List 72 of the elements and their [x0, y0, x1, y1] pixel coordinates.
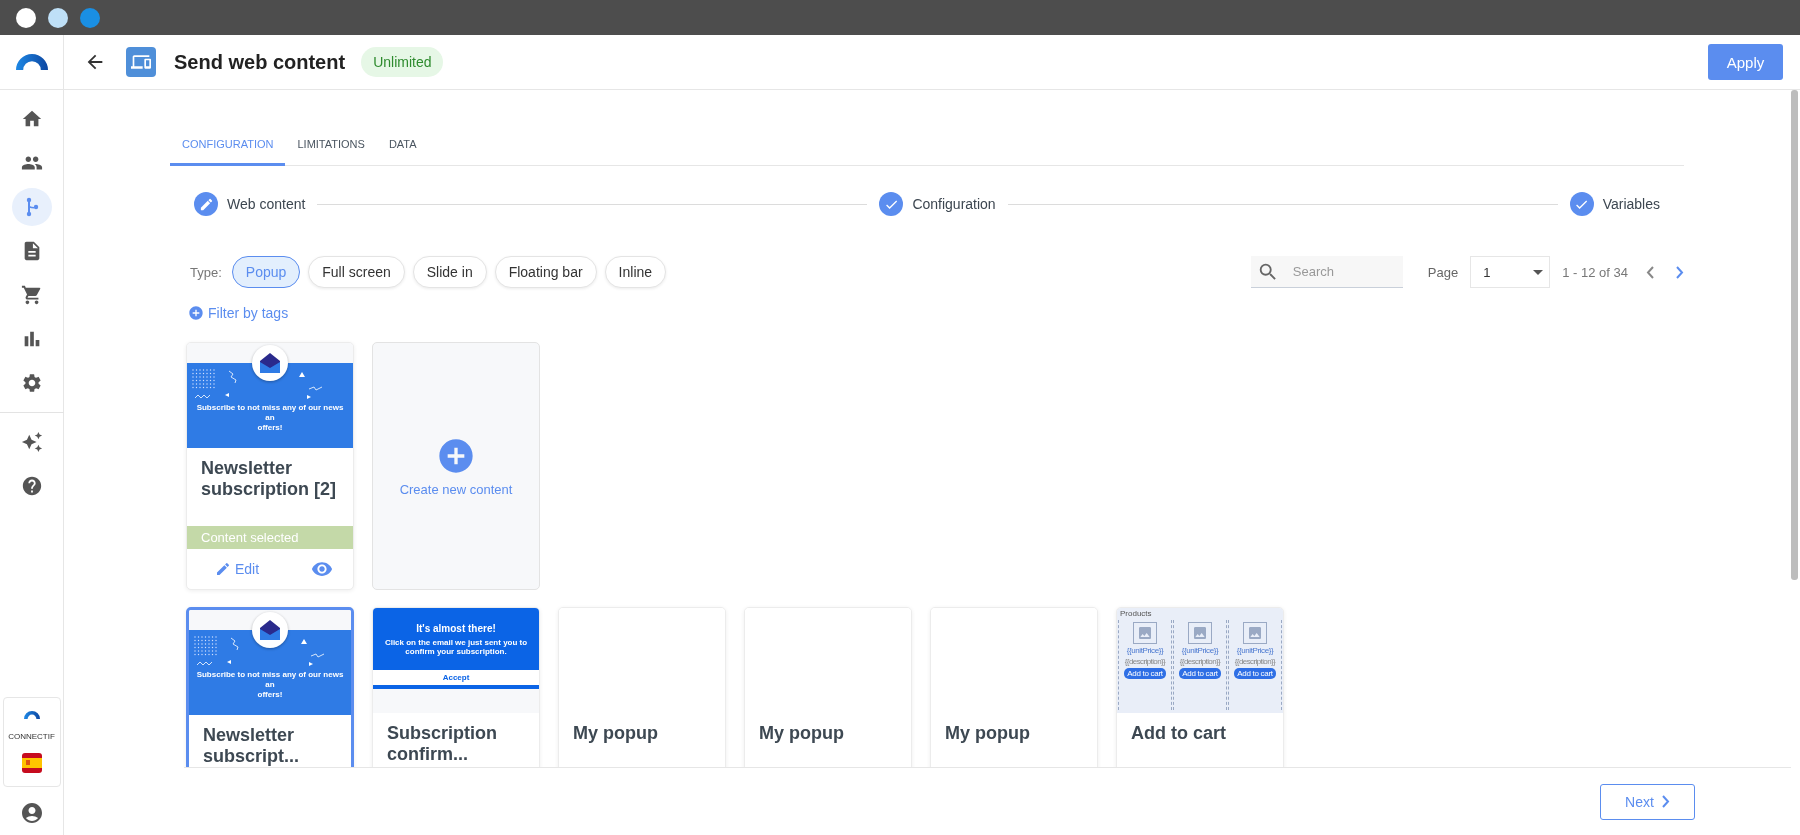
- preview-button: Accept: [373, 670, 539, 689]
- content-card[interactable]: My popup: [744, 607, 912, 767]
- page-select[interactable]: 1: [1470, 256, 1551, 288]
- type-chip[interactable]: Inline: [604, 256, 667, 288]
- pencil-icon: [215, 561, 231, 577]
- card-title: Subscription confirm...: [386, 722, 498, 765]
- card-title: My popup: [758, 722, 845, 744]
- add-icon: [188, 305, 204, 321]
- type-chip[interactable]: Full screen: [308, 256, 405, 288]
- image-icon: [1133, 622, 1157, 644]
- logo-icon: [23, 710, 40, 719]
- help-icon: [20, 475, 43, 497]
- step-label: Variables: [1602, 196, 1660, 212]
- preview-button: Add to cart: [1234, 668, 1276, 679]
- next-page-button[interactable]: [1676, 265, 1684, 279]
- window-button[interactable]: [16, 7, 36, 28]
- preview-button: Add to cart: [1124, 668, 1166, 679]
- preview-heading: It's almost there!: [416, 622, 496, 634]
- card-title: My popup: [572, 722, 659, 744]
- cart-icon: [20, 284, 43, 306]
- type-label: Type:: [190, 264, 222, 280]
- envelope-icon: [259, 620, 281, 640]
- scrollbar[interactable]: [1791, 90, 1798, 580]
- type-chip[interactable]: Slide in: [412, 256, 487, 288]
- preview-text: {{description}}: [1124, 657, 1166, 666]
- image-icon: [1188, 622, 1212, 644]
- content-card[interactable]: It's almost there! Click on the email we just sent you to confirm your subscription. Accept Subscription confirm...: [372, 607, 540, 767]
- preview-text: offers!: [256, 423, 284, 433]
- preview-heading: Products: [1120, 609, 1152, 618]
- avatar-icon[interactable]: [19, 801, 44, 825]
- image-icon: [1243, 622, 1267, 644]
- settings-icon: [20, 372, 43, 394]
- page-range: 1 - 12 of 34: [1562, 264, 1628, 280]
- card-title: Newsletter subscription [2]: [200, 457, 337, 500]
- chevron-right-icon: [1676, 265, 1684, 279]
- devices-icon: [126, 47, 156, 77]
- step-label: Web content: [227, 196, 306, 212]
- content-card[interactable]: Subscribe to not miss any of our news an offers! Newsletter subscription [2] Content selected Edit: [186, 342, 354, 590]
- window-button[interactable]: [48, 7, 68, 28]
- preview-text: {{description}}: [1179, 657, 1221, 666]
- preview-text: {{unitPrice}}: [1181, 646, 1219, 655]
- nav-button[interactable]: [11, 188, 52, 226]
- card-title: Add to cart: [1130, 722, 1227, 744]
- preview-text: Click on the email we just sent you to confirm your subscription.: [383, 637, 529, 656]
- type-chip[interactable]: Floating bar: [494, 256, 597, 288]
- chevron-right-icon: [1661, 795, 1670, 808]
- caret-icon: [1533, 269, 1544, 275]
- selected-status: Content selected: [187, 526, 353, 549]
- content-card[interactable]: Products {{unitPrice}} {{description}} Add to cart {{unitPrice}} {{description}} Add to cart {{unitPrice}} {{description}} Add to cart Add to cart: [1116, 607, 1284, 767]
- preview-text: {{unitPrice}}: [1126, 646, 1164, 655]
- preview-text: {{unitPrice}}: [1236, 646, 1274, 655]
- envelope-icon: [259, 353, 281, 373]
- tab[interactable]: DATA: [376, 125, 429, 166]
- step-label: Configuration: [912, 196, 996, 212]
- status-badge: Unlimited: [361, 47, 444, 77]
- preview-text: {{description}}: [1234, 657, 1276, 666]
- logo-text: CONNECTIF: [8, 731, 55, 741]
- sparkle-icon: [20, 431, 43, 453]
- content-card[interactable]: My popup: [930, 607, 1098, 767]
- search-field[interactable]: Search: [1250, 256, 1403, 288]
- flag-icon[interactable]: [21, 753, 42, 774]
- card-title: Newsletter subscript...: [202, 724, 301, 767]
- chevron-left-icon: [1646, 265, 1654, 279]
- content-card[interactable]: My popup: [558, 607, 726, 767]
- preview-button: Add to cart: [1179, 668, 1221, 679]
- page-title: Send web content: [174, 50, 346, 74]
- page-label: Page: [1427, 264, 1459, 280]
- card-title: My popup: [944, 722, 1031, 744]
- tab[interactable]: LIMITATIONS: [285, 125, 377, 166]
- content-card[interactable]: Subscribe to not miss any of our news an offers! Newsletter subscript...: [186, 607, 354, 767]
- preview-text: offers!: [256, 690, 284, 700]
- logo-icon: [15, 54, 48, 70]
